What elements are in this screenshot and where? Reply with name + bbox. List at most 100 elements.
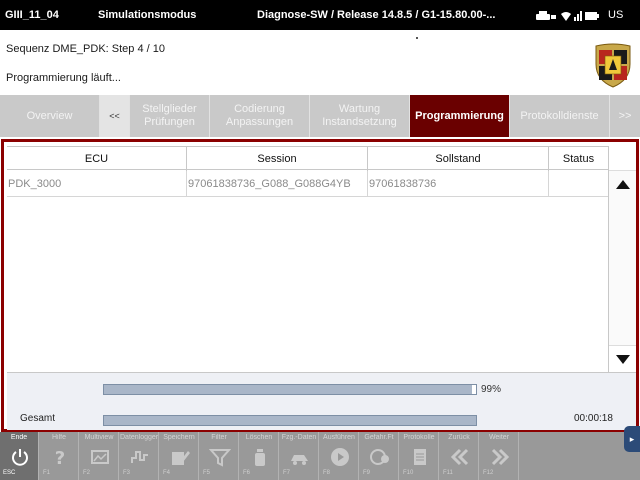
fkey-label: Ausführen (323, 434, 355, 441)
save-edit-icon (169, 446, 191, 468)
tab-scroll-right[interactable]: >> (610, 95, 640, 137)
fkey-f4-button[interactable]: Speichern F4 (160, 432, 199, 480)
tab-scroll-left[interactable]: << (100, 95, 130, 137)
status-icons (536, 10, 599, 22)
programming-panel: ECU Session Sollstand Status PDK_3000 97… (1, 139, 639, 432)
wifi-icon (561, 12, 571, 21)
fkey-code: F9 (363, 470, 371, 476)
tab-stellglieder-label: Stellglieder Prüfungen (142, 103, 197, 128)
language-indicator[interactable]: US (608, 9, 623, 21)
column-header-session[interactable]: Session (187, 147, 368, 171)
fkey-esc-button[interactable]: Ende ESC (0, 432, 39, 480)
cell-ecu: PDK_3000 (7, 171, 187, 197)
step-progress-bar (103, 384, 477, 395)
svg-text:?: ? (55, 448, 65, 468)
fkey-label: Löschen (245, 434, 273, 441)
tab-protokolldienste-label: Protokolldienste (520, 109, 599, 122)
fkey-code: F2 (83, 470, 91, 476)
progress-area: 99% Gesamt 00:00:18 (7, 372, 636, 430)
tab-codierung-label: Codierung Anpassungen (225, 103, 294, 128)
multiview-icon (89, 446, 111, 468)
fkey-label: Weiter (488, 434, 510, 441)
arrow-down-icon (615, 354, 630, 364)
tab-stellglieder[interactable]: Stellglieder Prüfungen (130, 95, 210, 137)
fkey-label: Fzg.-Daten (281, 434, 317, 441)
programming-status: Programmierung läuft... (6, 72, 121, 84)
scroll-up-button[interactable] (609, 172, 636, 196)
fkey-f12-button[interactable]: Weiter F12 (480, 432, 519, 480)
fkey-f8-button[interactable]: Ausführen F8 (320, 432, 359, 480)
arrow-up-icon (615, 179, 630, 189)
trash-icon (249, 446, 271, 468)
scroll-track[interactable] (609, 170, 636, 346)
fkey-code: F6 (243, 470, 251, 476)
fkey-label: Hilfe (51, 434, 66, 441)
scroll-down-button[interactable] (609, 346, 636, 372)
total-progress-label: Gesamt (20, 413, 56, 424)
fkey-f5-button[interactable]: Filter F5 (200, 432, 239, 480)
fkey-f6-button[interactable]: Löschen F6 (240, 432, 279, 480)
fkey-f11-button[interactable]: Zurück F11 (440, 432, 479, 480)
tab-protokolldienste[interactable]: Protokolldienste (510, 95, 610, 137)
fkey-code: F8 (323, 470, 331, 476)
column-header-ecu[interactable]: ECU (7, 147, 187, 171)
table-header: ECU Session Sollstand Status (7, 146, 609, 171)
fkey-label: Speichern (163, 434, 195, 441)
tab-programmierung[interactable]: Programmierung (410, 95, 510, 137)
navigation-tabs: Overview << Stellglieder Prüfungen Codie… (0, 95, 640, 137)
signal-icon (574, 11, 582, 21)
fkey-code: F1 (43, 470, 51, 476)
fkey-label: Filter (211, 434, 227, 441)
side-panel-handle[interactable]: ▸ (624, 426, 640, 452)
forward-icon (489, 446, 511, 468)
cell-sollstand: 97061838736 (368, 171, 549, 197)
fkey-label: Multiview (84, 434, 114, 441)
fkey-code: F10 (403, 470, 414, 476)
step-progress-fill (104, 385, 473, 394)
fkey-f1-button[interactable]: Hilfe? F1 (40, 432, 79, 480)
fkey-code: ESC (3, 470, 16, 476)
vehicle-data-icon (289, 446, 311, 468)
hazard-icon (369, 446, 391, 468)
fkey-code: F12 (483, 470, 494, 476)
filter-icon (208, 446, 232, 468)
tab-scroll-left-label: << (109, 110, 120, 121)
help-icon: ? (49, 446, 71, 469)
fkey-label: Gefahr.Ft (364, 434, 394, 441)
step-progress-percent: 99% (481, 384, 502, 395)
vehicle-connection-icon (536, 11, 556, 20)
table-row[interactable]: PDK_3000 97061838736_G088_G088G4YB 97061… (7, 171, 609, 197)
tab-overview-label: Overview (26, 109, 73, 122)
cell-status (549, 171, 609, 197)
device-id: GIII_11_04 (5, 9, 59, 21)
tab-overview[interactable]: Overview (0, 95, 100, 137)
fkey-f9-button[interactable]: Gefahr.Ft F9 (360, 432, 399, 480)
software-version: Diagnose-SW / Release 14.8.5 / G1-15.80.… (257, 9, 496, 21)
document-icon (409, 446, 431, 468)
column-header-sollstand[interactable]: Sollstand (368, 147, 549, 171)
fkey-f10-button[interactable]: Protokolle F10 (400, 432, 439, 480)
fkey-code: F11 (443, 470, 453, 476)
table-scrollbar[interactable] (608, 146, 636, 374)
fkey-label: Ende (10, 434, 28, 441)
title-bar: GIII_11_04 Simulationsmodus Diagnose-SW … (0, 0, 640, 30)
fkey-label: Datenlogger (120, 434, 158, 441)
tab-scroll-right-label: >> (618, 109, 632, 122)
tab-wartung[interactable]: Wartung Instandsetzung (310, 95, 410, 137)
table-body-empty (7, 198, 609, 372)
fkey-f2-button[interactable]: Multiview F2 (80, 432, 119, 480)
indicator-dot (416, 37, 418, 39)
fkey-code: F3 (123, 470, 131, 476)
fkey-f7-button[interactable]: Fzg.-Daten F7 (280, 432, 319, 480)
fkey-f3-button[interactable]: Datenlogger F3 (120, 432, 159, 480)
tab-programmierung-label: Programmierung (415, 109, 504, 122)
column-header-status[interactable]: Status (549, 147, 609, 171)
info-area: Sequenz DME_PDK: Step 4 / 10 Programmier… (0, 30, 640, 94)
function-key-toolbar: Ende ESC Hilfe? F1 Multiview F2 Datenlogger F3 S… (0, 432, 640, 480)
tab-codierung[interactable]: Codierung Anpassungen (210, 95, 310, 137)
fkey-code: F4 (163, 470, 171, 476)
sequence-label: Sequenz DME_PDK: Step 4 / 10 (6, 43, 165, 55)
power-icon (9, 446, 31, 468)
total-progress-bar (103, 415, 477, 426)
elapsed-time: 00:00:18 (574, 413, 613, 424)
